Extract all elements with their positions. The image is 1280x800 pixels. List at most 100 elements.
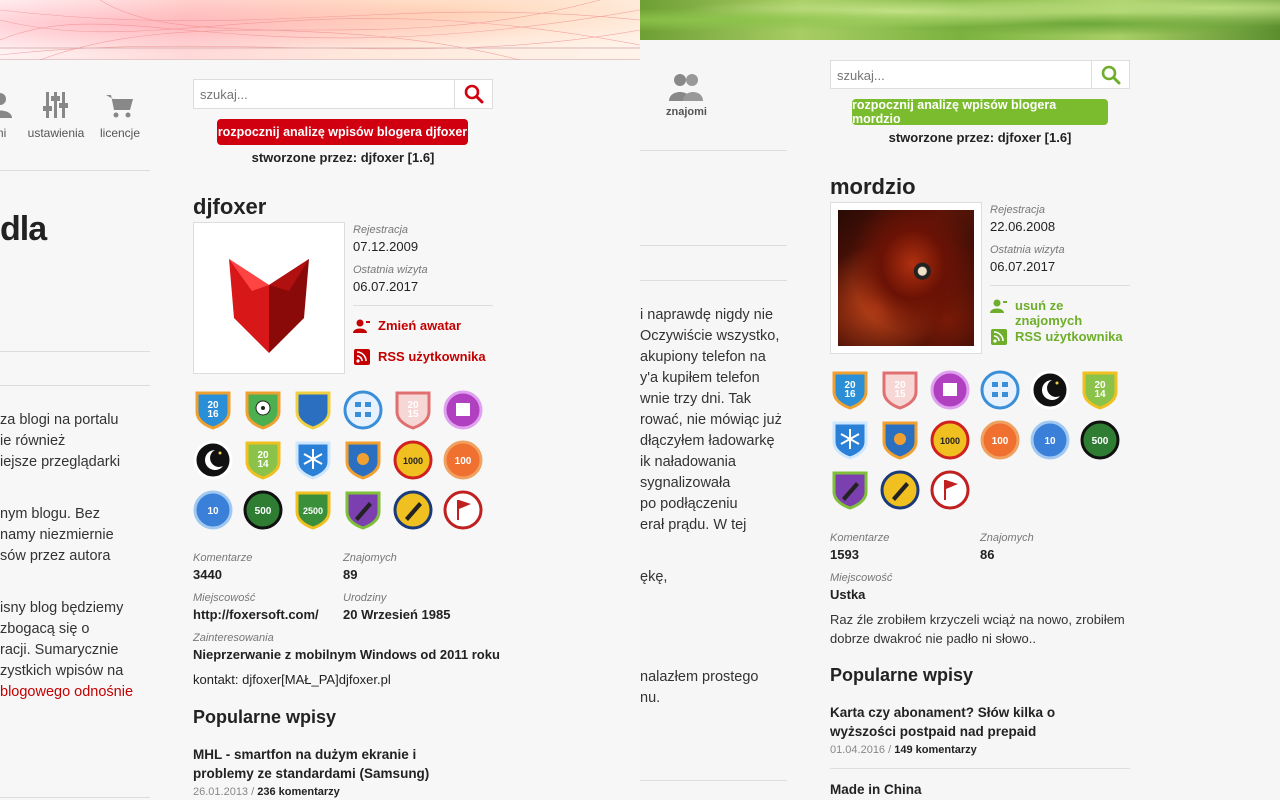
nav-label: licencje	[99, 126, 141, 140]
football-badge-icon[interactable]	[243, 390, 283, 430]
registration-value: 22.06.2008	[990, 219, 1056, 234]
search-icon	[464, 84, 483, 104]
year-2016-badge-icon[interactable]: 20 16	[193, 390, 233, 430]
sun-badge-icon[interactable]	[880, 420, 920, 460]
nav-label: ustawienia	[27, 126, 85, 140]
post-comments: 236 komentarzy	[257, 786, 340, 798]
flag-badge-icon[interactable]	[443, 490, 483, 530]
article-paragraph: za blogi na portalu ie również iejsze pr…	[0, 410, 120, 473]
location-value[interactable]: http://foxersoft.com/	[193, 607, 319, 622]
year-2015-badge-icon[interactable]: 20 15	[880, 370, 920, 410]
text-line: i naprawdę nigdy nie	[640, 307, 774, 323]
birthday-value: 20 Wrzesień 1985	[343, 607, 451, 622]
fox-logo-avatar	[229, 259, 309, 353]
nav-label: mi	[0, 126, 7, 140]
text-line: sów przez autora	[0, 548, 111, 564]
count-100-badge-icon[interactable]: 100	[443, 440, 483, 480]
divider	[353, 305, 493, 306]
article-link[interactable]: blogowego odnośnie	[0, 682, 133, 703]
calendar-badge-icon[interactable]	[930, 370, 970, 410]
count-2500-badge-icon[interactable]: 2500	[293, 490, 333, 530]
text-line: namy niezmiernie	[0, 527, 114, 543]
count-10-badge-icon[interactable]: 10	[1030, 420, 1070, 460]
night-badge-icon[interactable]	[1030, 370, 1070, 410]
divider	[640, 780, 787, 781]
year-2014-badge-icon[interactable]: 20 14	[243, 440, 283, 480]
about-text: Raz źle zrobiłem krzyczeli wciąż na nowo…	[830, 612, 1125, 646]
star-pen-badge-icon[interactable]	[830, 470, 870, 510]
friends-value: 86	[980, 547, 995, 562]
search-button[interactable]	[454, 80, 492, 108]
change-avatar-link[interactable]: Zmień awatar	[353, 318, 493, 336]
post-comments: 149 komentarzy	[894, 744, 977, 756]
avatar-photo	[838, 210, 974, 346]
nav-item-friends[interactable]: znajomi	[666, 72, 707, 118]
search-input[interactable]	[831, 61, 1091, 89]
analyze-posts-button[interactable]: rozpocznij analizę wpisów blogera mordzi…	[852, 98, 1108, 126]
post-title-line: MHL - smartfon na dużym ekranie i	[193, 747, 417, 762]
nav-item-licenses[interactable]: licencje	[90, 90, 150, 140]
comments-value: 1593	[830, 547, 859, 562]
year-2015-badge-icon[interactable]: 20 15	[393, 390, 433, 430]
popular-post-link[interactable]: Karta czy abonament? Słów kilka o wyższo…	[830, 703, 1055, 741]
created-by: stworzone przez: djfoxer [1.6]	[251, 150, 435, 165]
remove-friend-link[interactable]: usuń ze znajomych	[990, 298, 1130, 328]
article-paragraph: ękę,	[640, 567, 667, 588]
rss-link[interactable]: RSS użytkownika	[990, 329, 1130, 347]
sliders-icon	[43, 92, 68, 118]
flag-badge-icon[interactable]	[930, 470, 970, 510]
network-badge-icon[interactable]	[343, 390, 383, 430]
count-100-badge-icon[interactable]: 100	[980, 420, 1020, 460]
avatar	[193, 222, 345, 374]
rss-icon	[354, 349, 370, 365]
svg-text:14: 14	[1094, 389, 1106, 400]
pen-badge-icon[interactable]	[393, 490, 433, 530]
pen-badge-icon[interactable]	[880, 470, 920, 510]
text-line: y'a kupiłem telefon	[640, 370, 760, 386]
divider	[0, 797, 150, 798]
text-line: za blogi na portalu	[0, 412, 119, 428]
divider	[0, 351, 150, 352]
year-2014-badge-icon[interactable]: 20 14	[1080, 370, 1120, 410]
count-500-badge-icon[interactable]: 500	[243, 490, 283, 530]
interests-value: Nieprzerwanie z mobilnym Windows od 2011…	[193, 647, 500, 662]
divider	[830, 768, 1130, 769]
svg-text:10: 10	[1044, 436, 1056, 447]
svg-text:15: 15	[894, 389, 906, 400]
text-line: nu.	[640, 690, 661, 706]
divider	[990, 285, 1130, 286]
post-title-line: wyższości postpaid nad prepaid	[830, 724, 1037, 739]
registration-label: Rejestracja	[353, 224, 409, 236]
divider	[0, 170, 150, 171]
text-line: rować, nie mówiąc już	[640, 412, 782, 428]
svg-text:100: 100	[992, 436, 1009, 447]
search-button[interactable]	[1091, 61, 1129, 89]
nav-label: znajomi	[666, 106, 707, 118]
nav-item-settings[interactable]: ustawienia	[26, 90, 86, 140]
snowflake-badge-icon[interactable]	[293, 440, 333, 480]
svg-text:15: 15	[407, 409, 419, 420]
text-line: nym blogu. Bez	[0, 506, 100, 522]
count-500-badge-icon[interactable]: 500	[1080, 420, 1120, 460]
network-badge-icon[interactable]	[980, 370, 1020, 410]
popular-post-link[interactable]: Made in China	[830, 780, 922, 799]
search-input[interactable]	[194, 80, 454, 108]
popular-post-link[interactable]: MHL - smartfon na dużym ekranie i proble…	[193, 745, 429, 783]
count-1000-badge-icon[interactable]: 1000	[393, 440, 433, 480]
count-1000-badge-icon[interactable]: 1000	[930, 420, 970, 460]
analyze-posts-button[interactable]: rozpocznij analizę wpisów blogera djfoxe…	[217, 119, 468, 145]
night-badge-icon[interactable]	[193, 440, 233, 480]
snowflake-badge-icon[interactable]	[830, 420, 870, 460]
remove-friend-label: usuń ze znajomych	[1015, 298, 1083, 328]
count-10-badge-icon[interactable]: 10	[193, 490, 233, 530]
comments-label: Komentarze	[830, 532, 890, 544]
sun-badge-icon[interactable]	[343, 440, 383, 480]
calendar-badge-icon[interactable]	[443, 390, 483, 430]
text-line: wnie trzy dni. Tak	[640, 391, 751, 407]
year-2016-badge-icon[interactable]: 20 16	[830, 370, 870, 410]
winner-badge-icon[interactable]	[293, 390, 333, 430]
comments-label: Komentarze	[193, 552, 253, 564]
rss-link[interactable]: RSS użytkownika	[353, 349, 493, 367]
star-pen-badge-icon[interactable]	[343, 490, 383, 530]
text-line: ik naładowania	[640, 454, 736, 470]
